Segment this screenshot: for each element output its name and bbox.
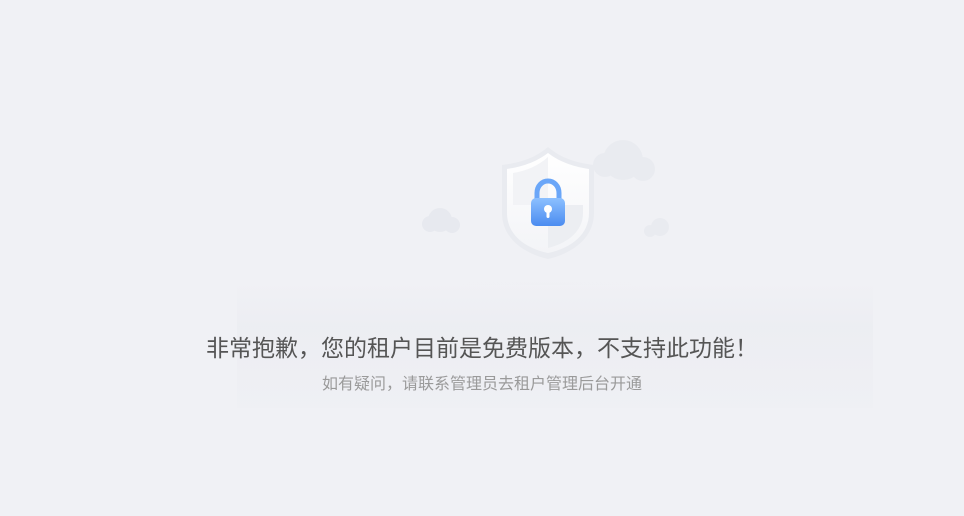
shield-lock-illustration (410, 135, 690, 285)
restricted-feature-page: 非常抱歉，您的租户目前是免费版本，不支持此功能！ 如有疑问，请联系管理员去租户管… (0, 0, 964, 516)
cloud-icon (593, 140, 669, 237)
cloud-icon (422, 208, 460, 233)
error-title: 非常抱歉，您的租户目前是免费版本，不支持此功能！ (206, 336, 758, 362)
help-text: 如有疑问，请联系管理员去租户管理后台开通 (321, 374, 642, 393)
